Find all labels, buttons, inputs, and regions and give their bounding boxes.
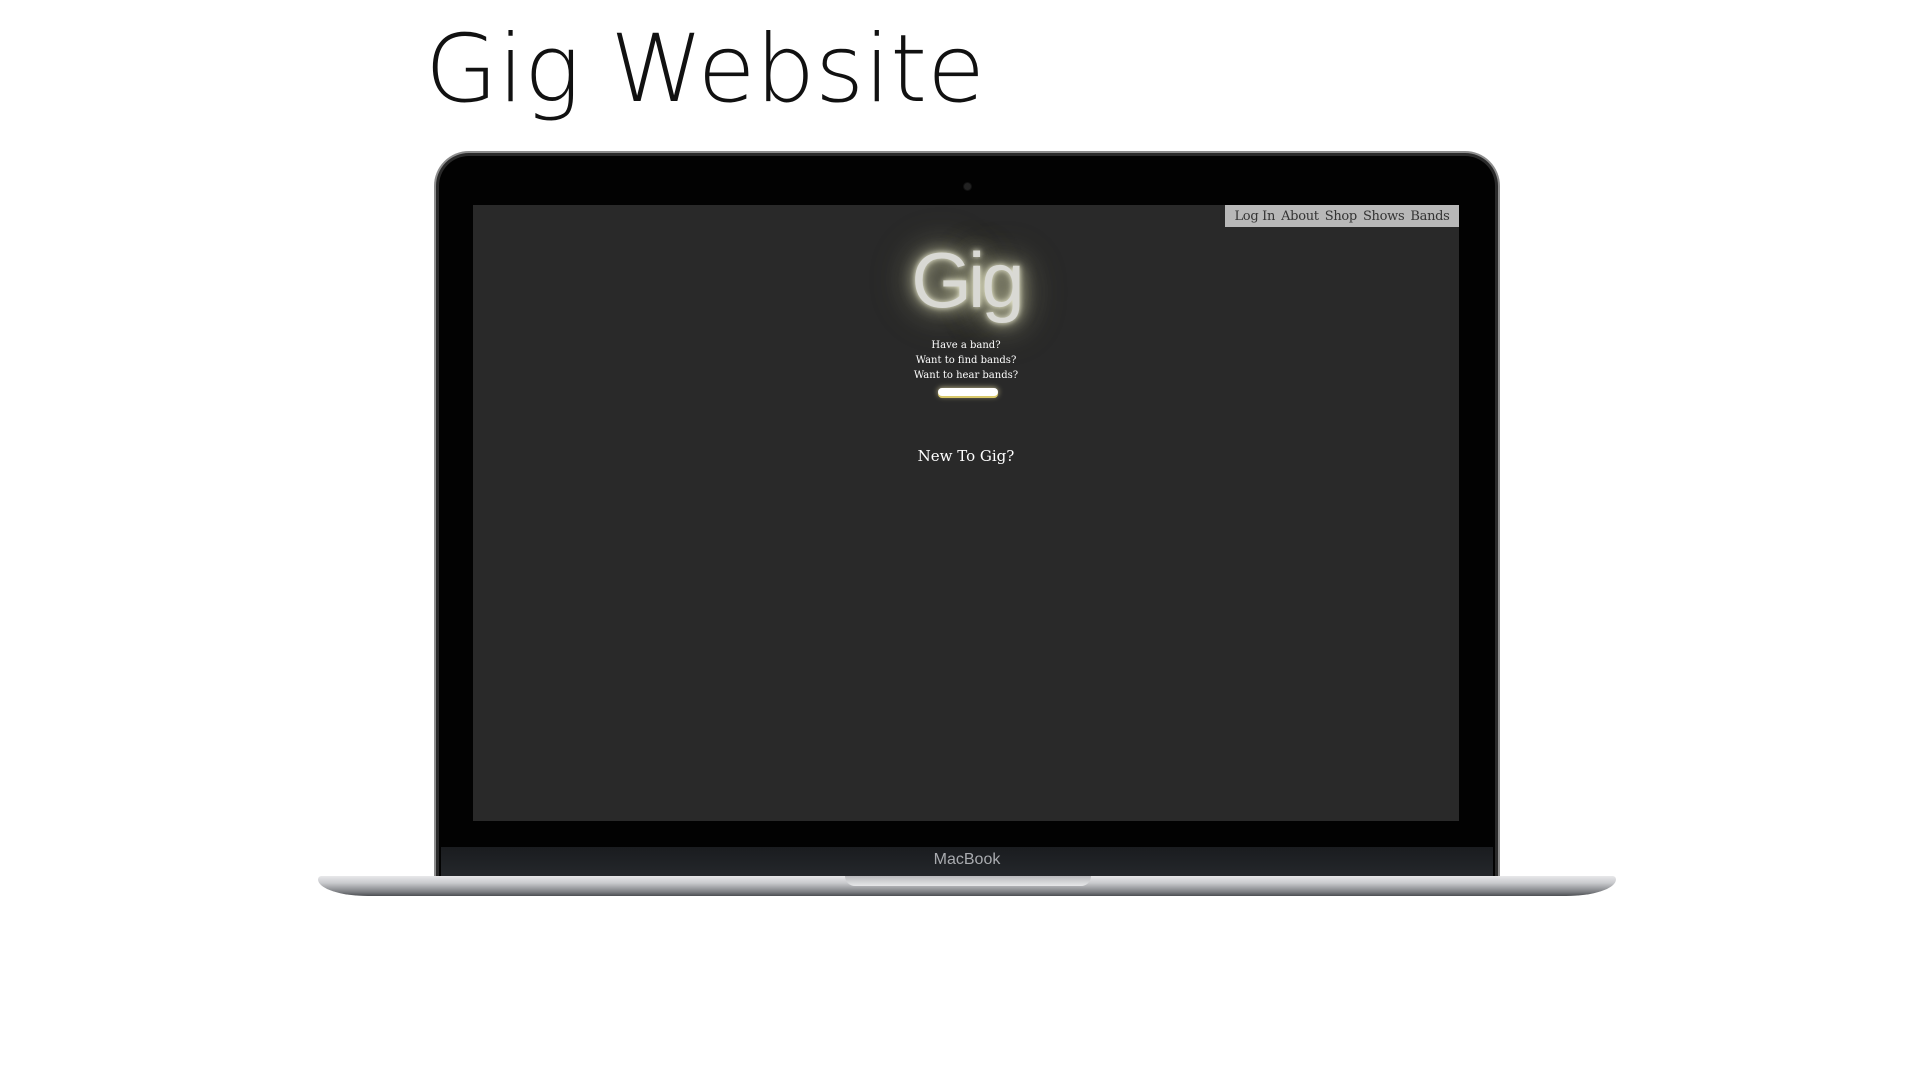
- laptop-brand-label: MacBook: [933, 851, 1001, 868]
- webcam-icon: [964, 183, 971, 190]
- nav-bands-link[interactable]: Bands: [1410, 209, 1449, 224]
- tagline-find-bands: Want to find bands?: [915, 355, 1017, 366]
- new-to-gig-link[interactable]: New To Gig?: [473, 447, 1459, 465]
- site-logo: Gig: [911, 236, 1024, 324]
- nav-shows-link[interactable]: Shows: [1363, 209, 1405, 224]
- top-nav: Log In About Shop Shows Bands: [1225, 205, 1459, 227]
- laptop-screen: Log In About Shop Shows Bands Gig Have a…: [473, 205, 1459, 821]
- taglines: Have a band? Want to find bands? Want to…: [473, 338, 1459, 383]
- tagline-have-band: Have a band?: [931, 340, 1001, 351]
- presentation-slide: Gig Website Log In About Shop Shows Band…: [0, 0, 1920, 1080]
- laptop-notch: [845, 876, 1091, 886]
- nav-about-link[interactable]: About: [1281, 209, 1319, 224]
- glowing-button[interactable]: [938, 388, 998, 396]
- tagline-hear-bands: Want to hear bands?: [913, 370, 1019, 381]
- nav-login-link[interactable]: Log In: [1234, 209, 1275, 224]
- slide-title: Gig Website: [425, 15, 985, 124]
- nav-shop-link[interactable]: Shop: [1325, 209, 1358, 224]
